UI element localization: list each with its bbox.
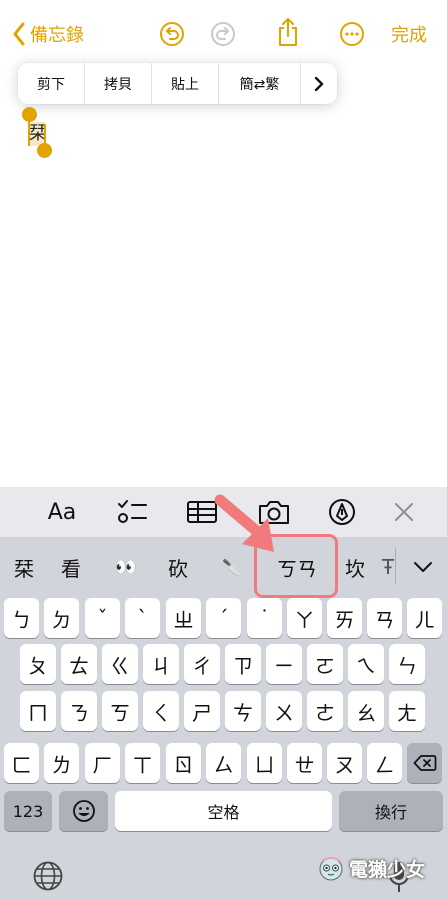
share-button[interactable] [274,18,302,46]
more-menu-button[interactable] [301,63,337,104]
redo-button[interactable] [209,20,237,48]
markup-button[interactable] [324,487,360,537]
checklist-icon [118,500,147,523]
key[interactable]: ㄐ [143,644,179,684]
key[interactable]: ㄣ [389,644,425,684]
chevron-down-icon [414,562,432,572]
key[interactable]: ㄖ [166,743,201,783]
key[interactable]: ㄈ [4,743,39,783]
candidate-item[interactable]: 栞 [4,537,44,597]
undo-icon [160,22,184,46]
chevron-right-icon [314,76,324,91]
annotation-arrow-icon [214,494,274,552]
watermark: 電獺少女 [316,852,425,884]
key[interactable]: ˙ [247,598,282,638]
key[interactable]: ㄎ [102,691,138,731]
redo-icon [211,22,235,46]
close-toolbar-button[interactable] [388,487,420,537]
ellipsis-circle-icon [340,22,364,46]
format-button[interactable]: Aa [40,487,84,537]
key[interactable]: ㄦ [407,598,442,638]
candidate-item[interactable]: 砍 [156,537,200,597]
key[interactable]: ㄍ [102,644,138,684]
checklist-button[interactable] [112,487,152,537]
key[interactable]: ㄢ [367,598,402,638]
key[interactable]: ㄗ [225,644,261,684]
key[interactable]: ㄉ [44,598,79,638]
emoji-key[interactable] [59,791,108,831]
more-button[interactable] [338,20,366,48]
key[interactable]: ˊ [206,598,241,638]
paste-menu-item[interactable]: 貼上 [152,63,219,104]
space-key[interactable]: 空格 [115,791,332,831]
key[interactable]: ㄟ [348,644,384,684]
key[interactable]: ㄜ [307,691,343,731]
key[interactable]: ㄡ [327,743,362,783]
otter-logo-icon [319,857,343,881]
key[interactable]: ㄋ [61,691,97,731]
key[interactable]: ㄩ [247,743,282,783]
key[interactable]: ˇ [85,598,120,638]
key[interactable]: ㄧ [266,644,302,684]
back-label: 備忘錄 [30,25,84,46]
undo-button[interactable] [158,20,186,48]
key[interactable]: ㄚ [287,598,322,638]
key[interactable]: ㄛ [307,644,343,684]
key[interactable]: ㄥ [367,743,402,783]
key[interactable]: ㄔ [184,644,220,684]
close-icon [395,503,413,521]
smiley-icon [72,800,95,822]
candidate-divider [395,548,396,584]
key[interactable]: ㄑ [143,691,179,731]
key[interactable]: ㄝ [287,743,322,783]
done-button[interactable]: 完成 [391,21,427,47]
return-key[interactable]: 換行 [339,791,443,831]
navigation-bar: 備忘錄 完成 [0,0,447,68]
chevron-left-icon [8,21,30,47]
key[interactable]: ㄘ [225,691,261,731]
key[interactable]: ㄞ [327,598,362,638]
key[interactable]: ㄆ [20,644,56,684]
key[interactable]: ㄤ [389,691,425,731]
candidate-item[interactable]: 坎 [335,537,375,597]
candidate-item[interactable]: 👀 [104,537,148,597]
key[interactable]: ㄨ [266,691,302,731]
key[interactable]: ㄠ [348,691,384,731]
cut-menu-item[interactable]: 剪下 [18,63,85,104]
key[interactable]: ㄅ [4,598,39,638]
candidate-item[interactable]: 看 [50,537,92,597]
globe-button[interactable] [32,860,64,892]
copy-menu-item[interactable]: 拷貝 [85,63,152,104]
key[interactable]: ㄊ [61,644,97,684]
back-button[interactable]: 備忘錄 [8,20,84,48]
edit-menu: 剪下 拷貝 貼上 簡⇄繁 [18,63,337,104]
expand-candidates-button[interactable] [405,537,441,597]
watermark-text: 電獺少女 [349,858,426,881]
key[interactable]: ㄒ [125,743,160,783]
numbers-key[interactable]: 123 [4,791,52,831]
key[interactable]: ㄓ [166,598,201,638]
candidate-item[interactable]: Ŧ [381,537,395,597]
key[interactable]: ㄕ [184,691,220,731]
delete-key[interactable] [407,743,442,783]
selection-end-handle[interactable] [37,143,52,158]
globe-icon [33,861,63,891]
key[interactable]: ㄏ [85,743,120,783]
key[interactable]: ㄙ [206,743,241,783]
notes-screen: 備忘錄 完成 剪下 拷貝 貼上 簡⇄繁 栞 Aa 栞 看 👀 砍 🔪 ㄎㄢ 坎 … [0,0,447,900]
delete-icon [413,755,436,771]
convert-chinese-menu-item[interactable]: 簡⇄繁 [219,63,301,104]
key[interactable]: ㄇ [20,691,56,731]
pen-tip-circle-icon [329,499,355,525]
key[interactable]: ˋ [125,598,160,638]
share-icon [279,18,297,46]
key[interactable]: ㄌ [44,743,79,783]
